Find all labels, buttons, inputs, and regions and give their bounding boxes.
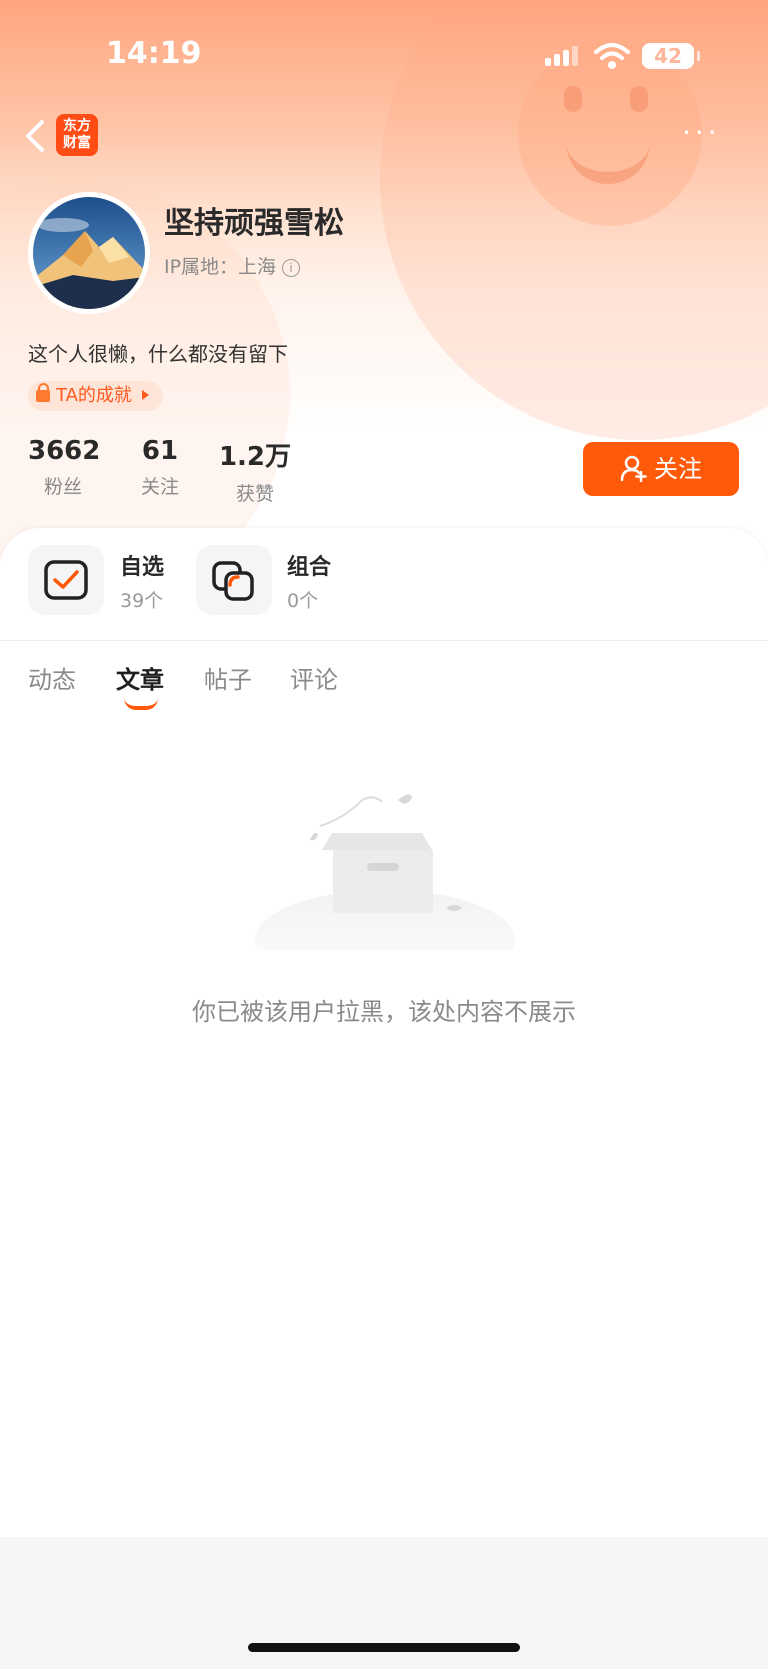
wifi-icon bbox=[594, 43, 630, 69]
more-options-icon[interactable]: ··· bbox=[682, 119, 721, 147]
cellular-signal-icon bbox=[545, 46, 581, 66]
empty-box-illustration bbox=[255, 794, 515, 950]
add-user-icon bbox=[620, 455, 647, 483]
follow-button[interactable]: 关注 bbox=[583, 442, 739, 496]
status-time: 14:19 bbox=[106, 36, 202, 71]
username: 坚持顽强雪松 bbox=[164, 206, 344, 241]
stat-label: 关注 bbox=[140, 476, 179, 498]
portfolio-icon bbox=[212, 561, 254, 601]
stat-label: 粉丝 bbox=[43, 476, 82, 498]
portfolio-title[interactable]: 组合 bbox=[287, 549, 331, 581]
battery-indicator: 42 bbox=[642, 43, 700, 69]
follow-label: 关注 bbox=[654, 455, 702, 483]
app-logo[interactable]: 东方 财富 bbox=[56, 114, 98, 156]
bio-text: 这个人很懒，什么都没有留下 bbox=[28, 342, 288, 366]
watchlist-icon bbox=[44, 560, 88, 600]
portfolio-count: 0个 bbox=[287, 590, 319, 612]
achievement-label: TA的成就 bbox=[56, 385, 132, 406]
avatar[interactable] bbox=[28, 192, 150, 314]
stat-following[interactable]: 61 关注 bbox=[130, 436, 190, 499]
back-arrow-icon[interactable] bbox=[22, 118, 52, 154]
achievement-badge[interactable]: TA的成就 bbox=[28, 381, 163, 411]
tab-threads[interactable]: 帖子 bbox=[204, 660, 252, 695]
play-arrow-icon bbox=[141, 390, 149, 400]
info-icon[interactable]: i bbox=[282, 258, 301, 277]
content-card bbox=[0, 528, 768, 1669]
mountain-avatar-image bbox=[33, 197, 145, 309]
home-indicator[interactable] bbox=[248, 1643, 520, 1652]
watchlist-count: 39个 bbox=[120, 590, 164, 612]
stat-value: 3662 bbox=[28, 436, 101, 466]
stat-likes[interactable]: 1.2万 获赞 bbox=[218, 436, 292, 506]
stat-value: 1.2万 bbox=[218, 442, 292, 472]
watchlist-button[interactable] bbox=[28, 545, 104, 615]
ip-location-text: IP属地：上海 bbox=[164, 256, 277, 278]
watchlist-title[interactable]: 自选 bbox=[120, 549, 164, 581]
tab-posts[interactable]: 动态 bbox=[28, 660, 76, 695]
portfolio-button[interactable] bbox=[196, 545, 272, 615]
lock-icon bbox=[36, 383, 50, 402]
stat-value: 61 bbox=[141, 436, 179, 466]
ip-location-row: IP属地：上海 i bbox=[164, 252, 301, 279]
tab-comments[interactable]: 评论 bbox=[290, 660, 338, 695]
tab-articles[interactable]: 文章 bbox=[116, 660, 164, 695]
stat-label: 获赞 bbox=[235, 483, 274, 505]
stat-fans[interactable]: 3662 粉丝 bbox=[28, 436, 101, 499]
empty-state-message: 你已被该用户拉黑，该处内容不展示 bbox=[192, 998, 576, 1026]
divider bbox=[0, 640, 768, 641]
